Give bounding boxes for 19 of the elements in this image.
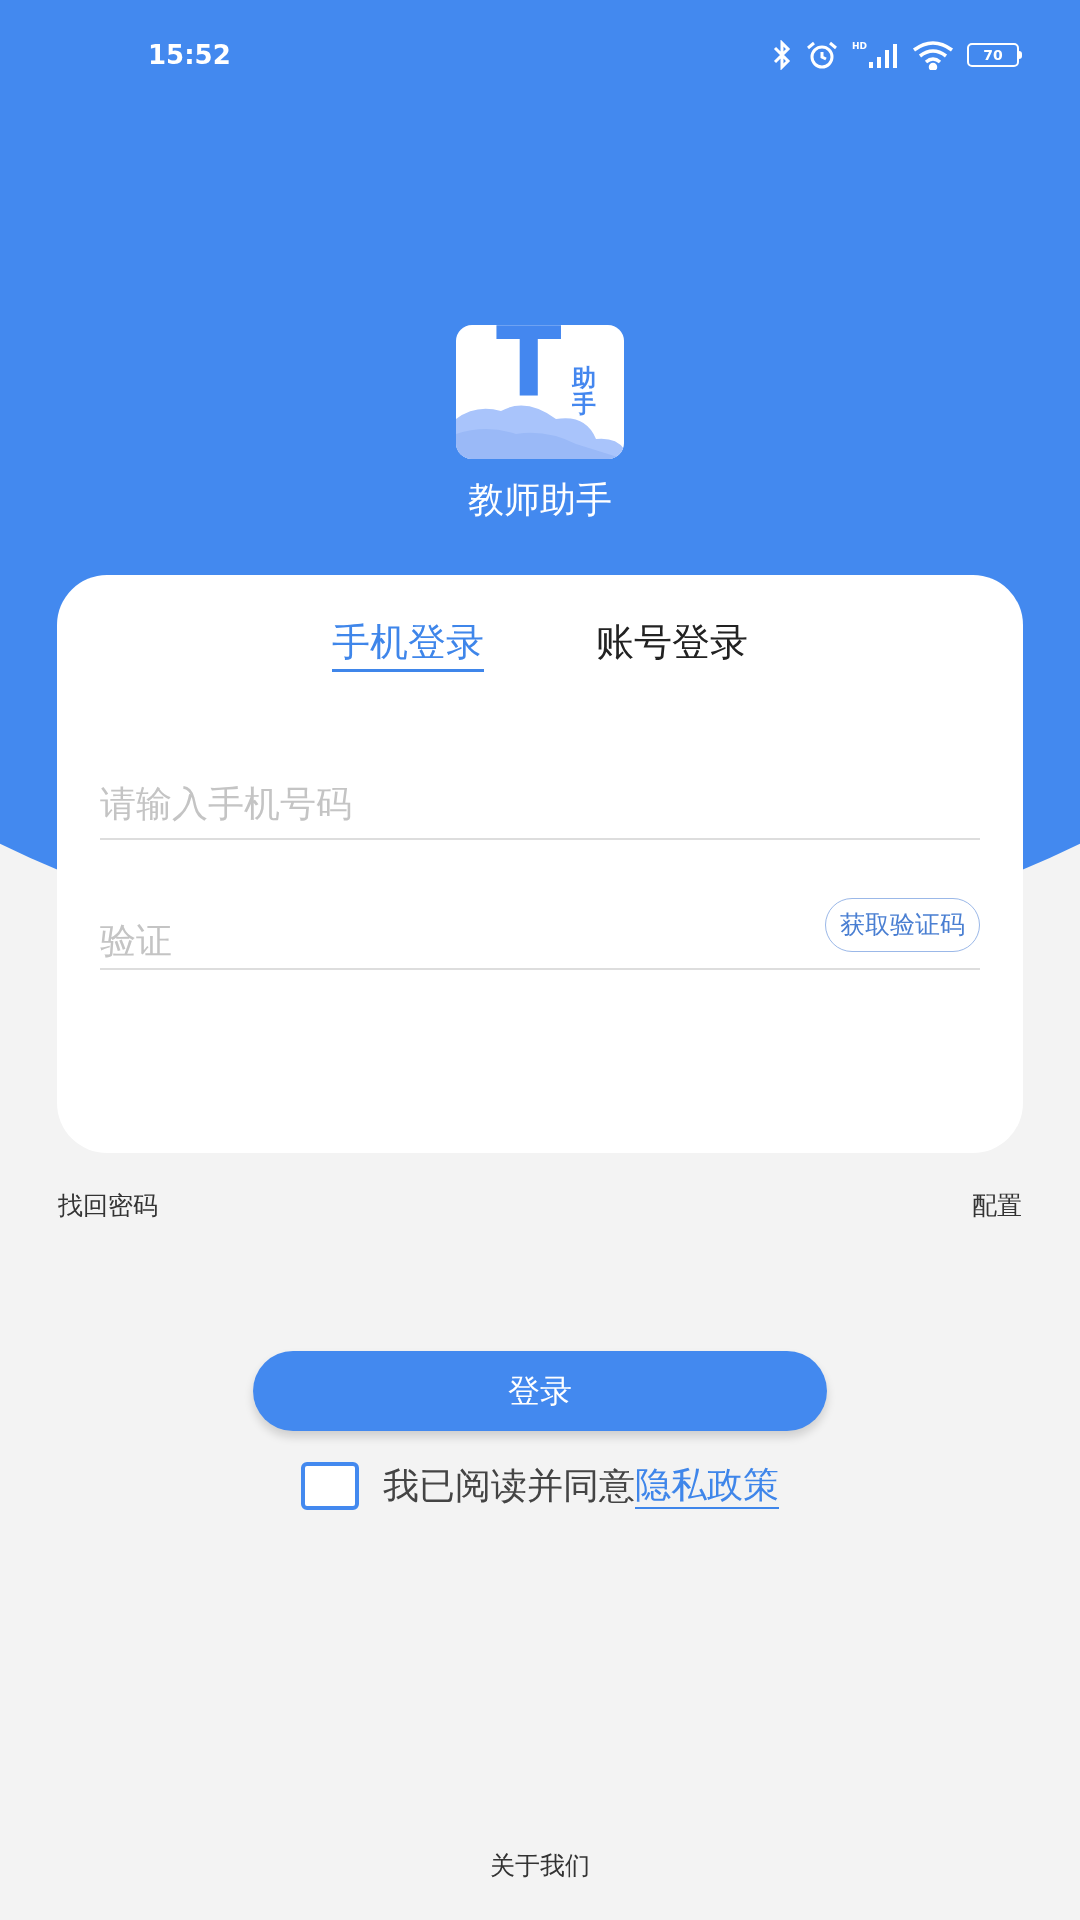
login-tab[interactable]: 手机登录 xyxy=(332,619,484,672)
code-input-field[interactable]: 验证 获取验证码 xyxy=(100,897,980,970)
phone-input-field[interactable]: 请输入手机号码 xyxy=(100,769,980,840)
status-time: 15:52 xyxy=(148,38,231,72)
settings-link[interactable]: 配置 xyxy=(972,1187,1022,1225)
about-us-link[interactable]: 关于我们 xyxy=(490,1846,590,1884)
battery-level: 70 xyxy=(983,48,1003,62)
app-name: 教师助手 xyxy=(468,478,612,522)
wifi-icon xyxy=(911,40,955,70)
login-tab[interactable]: 账号登录 xyxy=(596,619,748,672)
alarm-icon xyxy=(804,40,840,70)
recover-password-link[interactable]: 找回密码 xyxy=(58,1187,158,1225)
login-button[interactable]: 登录 xyxy=(253,1350,827,1431)
agree-checkbox[interactable] xyxy=(301,1461,359,1510)
agreement-text: 我已阅读并同意 xyxy=(383,1463,635,1508)
privacy-policy-link[interactable]: 隐私政策 xyxy=(635,1462,779,1509)
bluetooth-icon xyxy=(772,40,792,70)
signal-icon xyxy=(869,42,899,68)
network-label: HD xyxy=(852,42,867,51)
